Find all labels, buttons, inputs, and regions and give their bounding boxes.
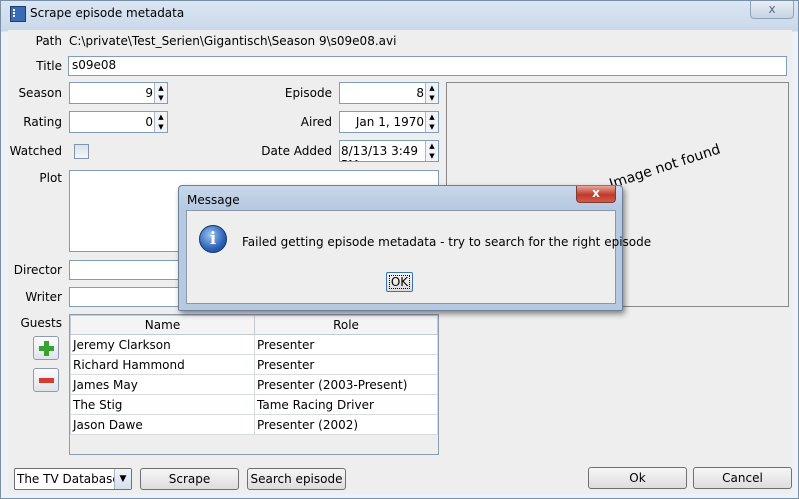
image-not-found-text: Image not found (607, 141, 723, 193)
title-field[interactable]: s09e08 (68, 56, 787, 76)
aired-spinner-arrows[interactable]: ▲ ▼ (425, 112, 438, 132)
spin-up-icon[interactable]: ▲ (155, 112, 167, 122)
episode-spinner-arrows[interactable]: ▲ ▼ (425, 83, 438, 103)
date-added-value: 8/13/13 3:49 PM (341, 144, 419, 161)
dialog-close-button[interactable]: x (576, 186, 616, 203)
season-spinner-arrows[interactable]: ▲ ▼ (154, 83, 167, 103)
spin-down-icon[interactable]: ▼ (155, 93, 167, 103)
table-row[interactable]: James May Presenter (2003-Present) (70, 374, 438, 395)
aired-label: Aired (300, 115, 332, 129)
title-bar[interactable]: Scrape episode metadata x (1, 1, 798, 25)
aired-value: Jan 1, 1970 (355, 115, 424, 129)
rating-value: 0 (145, 115, 153, 129)
episode-value: 8 (416, 86, 424, 100)
spin-up-icon[interactable]: ▲ (426, 112, 438, 122)
table-row[interactable]: Jason Dawe Presenter (2002) (70, 414, 438, 435)
message-dialog: Message x i Failed getting episode metad… (178, 185, 651, 311)
episode-spinner[interactable]: 8 ▲ ▼ (339, 82, 439, 104)
spin-down-icon[interactable]: ▼ (155, 122, 167, 132)
minus-icon (39, 378, 54, 383)
spin-up-icon[interactable]: ▲ (426, 141, 438, 151)
guest-name[interactable]: Richard Hammond (70, 354, 255, 375)
path-label: Path (35, 34, 62, 48)
scrape-button[interactable]: Scrape (140, 468, 239, 490)
info-icon: i (199, 225, 227, 253)
guest-role[interactable]: Presenter (254, 354, 438, 375)
spin-up-icon[interactable]: ▲ (155, 83, 167, 93)
spin-down-icon[interactable]: ▼ (426, 151, 438, 161)
watched-label: Watched (9, 144, 62, 158)
spin-down-icon[interactable]: ▼ (426, 93, 438, 103)
dialog-message: Failed getting episode metadata - try to… (242, 235, 652, 249)
writer-label: Writer (25, 290, 62, 304)
column-header-name[interactable]: Name (70, 315, 255, 335)
season-label: Season (18, 86, 62, 100)
add-guest-button[interactable] (33, 336, 59, 360)
table-row[interactable]: The Stig Tame Racing Driver (70, 394, 438, 415)
table-row[interactable]: Jeremy Clarkson Presenter (70, 334, 438, 355)
cancel-button[interactable]: Cancel (693, 467, 792, 489)
dialog-title: Message (187, 193, 240, 207)
director-label: Director (13, 263, 62, 277)
guest-role[interactable]: Tame Racing Driver (254, 394, 438, 415)
window-title: Scrape episode metadata (30, 6, 185, 20)
guest-name[interactable]: James May (70, 374, 255, 395)
plus-icon (39, 341, 54, 356)
date-added-label: Date Added (261, 144, 332, 158)
episode-label: Episode (284, 86, 332, 100)
chevron-down-icon[interactable]: ▼ (114, 469, 131, 489)
rating-spinner-arrows[interactable]: ▲ ▼ (154, 112, 167, 132)
guest-name[interactable]: Jeremy Clarkson (70, 334, 255, 355)
date-added-spinner[interactable]: 8/13/13 3:49 PM ▲▼ (339, 140, 439, 162)
guest-name[interactable]: The Stig (70, 394, 255, 415)
column-header-role[interactable]: Role (254, 315, 438, 335)
guests-label: Guests (20, 316, 63, 330)
dialog-ok-button[interactable]: OK (386, 272, 413, 292)
table-row[interactable]: Richard Hammond Presenter (70, 354, 438, 375)
rating-spinner[interactable]: 0 ▲ ▼ (69, 111, 168, 133)
title-label: Title (36, 59, 62, 73)
path-value: C:\private\Test_Serien\Gigantisch\Season… (69, 34, 397, 48)
season-spinner[interactable]: 9 ▲ ▼ (69, 82, 168, 104)
guest-name[interactable]: Jason Dawe (70, 414, 255, 435)
ok-button[interactable]: Ok (588, 467, 687, 489)
scraper-select-value: The TV Database (17, 472, 120, 486)
search-episode-button[interactable]: Search episode (247, 468, 346, 490)
watched-checkbox[interactable] (74, 144, 89, 159)
remove-guest-button[interactable] (33, 368, 59, 392)
date-added-spinner-arrows[interactable]: ▲ ▼ (425, 141, 438, 161)
film-icon (10, 6, 26, 22)
guest-role[interactable]: Presenter (2003-Present) (254, 374, 438, 395)
guests-table: Name Role Jeremy Clarkson Presenter Richa… (70, 315, 438, 435)
plot-label: Plot (39, 171, 62, 185)
rating-label: Rating (23, 115, 62, 129)
season-value: 9 (145, 86, 153, 100)
spin-up-icon[interactable]: ▲ (426, 83, 438, 93)
guest-role[interactable]: Presenter (2002) (254, 414, 438, 435)
spin-down-icon[interactable]: ▼ (426, 122, 438, 132)
guest-role[interactable]: Presenter (254, 334, 438, 355)
window-close-button[interactable]: x (750, 1, 794, 19)
dialog-body: i Failed getting episode metadata - try … (186, 210, 651, 304)
scraper-select[interactable]: The TV Database ▼ (14, 468, 132, 490)
aired-spinner[interactable]: Jan 1, 1970 ▲ ▼ (339, 111, 439, 133)
